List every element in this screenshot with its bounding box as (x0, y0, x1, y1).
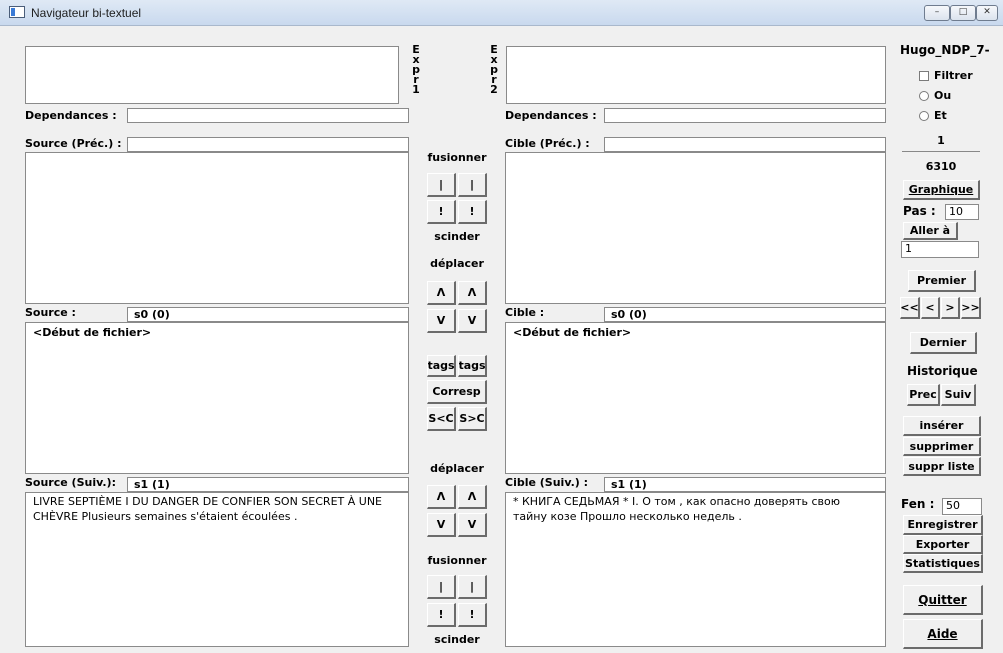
et-radio[interactable] (919, 111, 929, 121)
move-down-left-bottom-button[interactable]: V (427, 513, 456, 537)
aller-a-button[interactable]: Aller à (903, 222, 958, 240)
et-label: Et (934, 109, 947, 122)
fusionner-left-bottom-button[interactable]: | (427, 575, 456, 599)
scinder-top-label: scinder (427, 226, 487, 246)
app-icon (9, 6, 25, 18)
fusionner-bottom-label: fusionner (427, 550, 487, 570)
move-up-left-button[interactable]: Λ (427, 281, 456, 305)
move-down-left-button[interactable]: V (427, 309, 456, 333)
historique-prec-button[interactable]: Prec (907, 384, 940, 406)
nav-next-button[interactable]: > (941, 297, 960, 319)
target-prev-textarea[interactable] (505, 152, 886, 304)
pas-input[interactable]: 10 (945, 204, 979, 220)
move-down-right-bottom-button[interactable]: V (458, 513, 487, 537)
nav-prev-button[interactable]: < (921, 297, 940, 319)
enregistrer-button[interactable]: Enregistrer (903, 515, 983, 535)
move-up-left-bottom-button[interactable]: Λ (427, 485, 456, 509)
dernier-button[interactable]: Dernier (910, 332, 977, 354)
quitter-button[interactable]: Quitter (903, 585, 983, 615)
nav-first-button[interactable]: << (900, 297, 920, 319)
deplacer-bottom-label: déplacer (427, 458, 487, 478)
move-up-right-button[interactable]: Λ (458, 281, 487, 305)
target-next-textarea[interactable]: * КНИГА СЕДЬМАЯ * I. О том , как опасно … (505, 492, 886, 647)
fen-input[interactable]: 50 (942, 498, 982, 515)
source-dependances-label: Dependances : (25, 109, 117, 122)
scinder-left-button[interactable]: ! (427, 200, 456, 224)
target-current-textarea[interactable]: <Début de fichier> (505, 322, 886, 474)
suppr-liste-button[interactable]: suppr liste (903, 457, 981, 476)
file-name-label: Hugo_NDP_7- (900, 43, 990, 57)
tags-left-button[interactable]: tags (427, 355, 456, 377)
filtrer-label: Filtrer (934, 69, 973, 82)
move-up-right-bottom-button[interactable]: Λ (458, 485, 487, 509)
tags-right-button[interactable]: tags (458, 355, 487, 377)
fusionner-right-button[interactable]: | (458, 173, 487, 197)
source-next-text: LIVRE SEPTIÈME I DU DANGER DE CONFIER SO… (33, 495, 382, 523)
scinder-right-bottom-button[interactable]: ! (458, 603, 487, 627)
app-window: Navigateur bi-textuel – □ ✕ Expr1 Depend… (0, 0, 1003, 653)
fusionner-right-bottom-button[interactable]: | (458, 575, 487, 599)
source-next-textarea[interactable]: LIVRE SEPTIÈME I DU DANGER DE CONFIER SO… (25, 492, 409, 647)
title-bar[interactable]: Navigateur bi-textuel – □ ✕ (0, 0, 1003, 26)
source-next-label: Source (Suiv.): (25, 476, 116, 489)
statistiques-button[interactable]: Statistiques (903, 554, 983, 573)
historique-label: Historique (907, 364, 978, 378)
ou-label: Ou (934, 89, 952, 102)
expr1-label: Expr1 (412, 43, 420, 96)
exporter-button[interactable]: Exporter (903, 535, 983, 554)
quitter-label: Quitter (918, 592, 967, 607)
aide-button[interactable]: Aide (903, 619, 983, 649)
fusionner-top-button[interactable]: fusionner (427, 145, 487, 169)
source-next-field[interactable]: s1 (1) (127, 477, 409, 492)
s-lt-c-button[interactable]: S<C (427, 407, 456, 431)
source-prev-field[interactable] (127, 137, 409, 152)
current-index-display: 1 (902, 130, 980, 152)
inserer-button[interactable]: insérer (903, 416, 981, 436)
target-current-text: <Début de fichier> (513, 326, 632, 339)
scinder-right-button[interactable]: ! (458, 200, 487, 224)
corresp-button[interactable]: Corresp (427, 380, 487, 404)
target-current-label: Cible : (505, 306, 545, 319)
target-dependances-field[interactable] (604, 108, 886, 123)
close-button[interactable]: ✕ (976, 5, 998, 21)
aller-a-input[interactable]: 1 (901, 241, 979, 258)
scinder-left-bottom-button[interactable]: ! (427, 603, 456, 627)
expr2-label: Expr2 (490, 43, 498, 96)
graphique-button[interactable]: Graphique (903, 180, 980, 200)
source-dependances-field[interactable] (127, 108, 409, 123)
source-prev-label: Source (Préc.) : (25, 137, 122, 150)
source-expression-box[interactable] (25, 46, 399, 104)
target-expression-box[interactable] (506, 46, 886, 104)
historique-suiv-button[interactable]: Suiv (941, 384, 976, 406)
target-next-field[interactable]: s1 (1) (604, 477, 886, 492)
pas-label: Pas : (903, 204, 936, 218)
aide-label: Aide (927, 626, 958, 641)
source-current-label: Source : (25, 306, 76, 319)
premier-button[interactable]: Premier (908, 270, 976, 292)
ou-radio[interactable] (919, 91, 929, 101)
maximize-button[interactable]: □ (950, 5, 976, 21)
scinder-bottom-label: scinder (427, 630, 487, 648)
target-next-label: Cible (Suiv.) : (505, 476, 589, 489)
s-gt-c-button[interactable]: S>C (458, 407, 487, 431)
filtrer-checkbox[interactable] (919, 71, 929, 81)
source-current-textarea[interactable]: <Début de fichier> (25, 322, 409, 474)
deplacer-top-label: déplacer (427, 253, 487, 273)
source-current-text: <Début de fichier> (33, 326, 152, 339)
move-down-right-button[interactable]: V (458, 309, 487, 333)
supprimer-button[interactable]: supprimer (903, 437, 981, 456)
total-count-display: 6310 (902, 156, 980, 176)
minimize-button[interactable]: – (924, 5, 950, 21)
target-next-text: * КНИГА СЕДЬМАЯ * I. О том , как опасно … (513, 495, 841, 523)
nav-last-button[interactable]: >> (961, 297, 981, 319)
source-current-field[interactable]: s0 (0) (127, 307, 409, 322)
window-title: Navigateur bi-textuel (31, 6, 142, 20)
fen-label: Fen : (901, 497, 935, 511)
target-current-field[interactable]: s0 (0) (604, 307, 886, 322)
target-dependances-label: Dependances : (505, 109, 597, 122)
target-prev-field[interactable] (604, 137, 886, 152)
target-prev-label: Cible (Préc.) : (505, 137, 590, 150)
source-prev-textarea[interactable] (25, 152, 409, 304)
fusionner-left-button[interactable]: | (427, 173, 456, 197)
